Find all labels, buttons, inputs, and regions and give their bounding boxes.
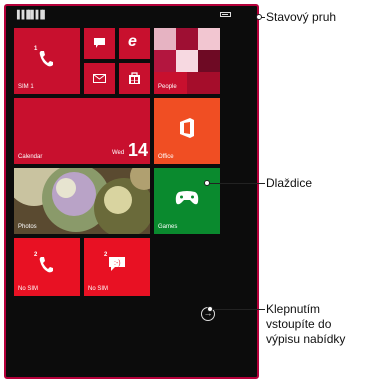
tile-label: Photos <box>18 224 37 230</box>
office-icon <box>180 118 194 138</box>
calendar-date: 14 <box>128 140 149 160</box>
phone-icon <box>39 257 53 273</box>
tile-internet-explorer[interactable]: e <box>119 28 150 59</box>
people-photo <box>154 28 176 50</box>
callout-line <box>212 309 265 310</box>
tile-label: Office <box>158 154 174 160</box>
tile-label: Calendar <box>18 154 43 160</box>
xbox-controller-icon <box>175 191 199 205</box>
people-photo <box>154 72 187 94</box>
callout-app-list-line: vstoupíte do <box>266 317 332 331</box>
people-photo <box>198 50 220 72</box>
internet-explorer-icon: e <box>128 33 137 50</box>
store-bag-icon <box>129 72 140 84</box>
callout-line <box>261 17 265 18</box>
tile-label: No SIM <box>18 286 39 292</box>
tile-people[interactable]: People <box>154 28 220 94</box>
message-icon <box>94 38 105 48</box>
tile-mail[interactable] <box>84 63 115 94</box>
tile-office[interactable]: Office <box>154 98 220 164</box>
tile-badge: 2 <box>34 252 38 258</box>
people-photo <box>176 28 198 50</box>
tile-sim1-phone[interactable]: 1 SIM 1 <box>14 28 80 94</box>
tile-label: SIM 1 <box>18 84 34 90</box>
callout-app-list: Klepnutím vstoupíte do výpisu nabídky <box>266 302 345 347</box>
battery-icon <box>220 12 231 17</box>
tile-games[interactable]: Games <box>154 168 220 234</box>
phone-icon <box>39 51 53 67</box>
people-photo <box>198 28 220 50</box>
svg-text::-): :-) <box>114 260 121 267</box>
people-photo <box>154 50 176 72</box>
tile-store[interactable] <box>119 63 150 94</box>
tile-calendar[interactable]: Calendar Wed 14 <box>14 98 150 164</box>
messaging-smiley-icon: :-) <box>109 257 125 271</box>
tile-label: No SIM <box>88 286 109 292</box>
signal-sim2-icon: ▐▐▐▌ <box>28 10 48 19</box>
callout-app-list-line: výpisu nabídky <box>266 332 346 346</box>
callout-status-bar: Stavový pruh <box>266 10 337 24</box>
tile-nosim-phone[interactable]: 2 No SIM <box>14 238 80 296</box>
tile-nosim-messaging[interactable]: 2 :-) No SIM <box>84 238 150 296</box>
people-photo <box>176 50 198 72</box>
tile-photos[interactable]: Photos <box>14 168 150 234</box>
people-photo <box>187 72 220 94</box>
tile-badge: 2 <box>104 252 108 258</box>
tile-messaging[interactable] <box>84 28 115 59</box>
mail-icon <box>93 74 106 83</box>
tile-badge: 1 <box>34 46 38 52</box>
tile-label: People <box>158 84 177 90</box>
status-bar: ▐▐▐▌ ▐▐▐▌ <box>6 6 257 24</box>
tile-label: Games <box>158 224 178 230</box>
callout-line <box>209 183 265 184</box>
callout-app-list-line: Klepnutím <box>266 302 321 316</box>
callout-tiles: Dlaždice <box>266 176 313 190</box>
calendar-day: Wed <box>112 150 125 156</box>
phone-screen: ▐▐▐▌ ▐▐▐▌ 1 SIM 1 e People Calendar Wed … <box>4 4 259 379</box>
